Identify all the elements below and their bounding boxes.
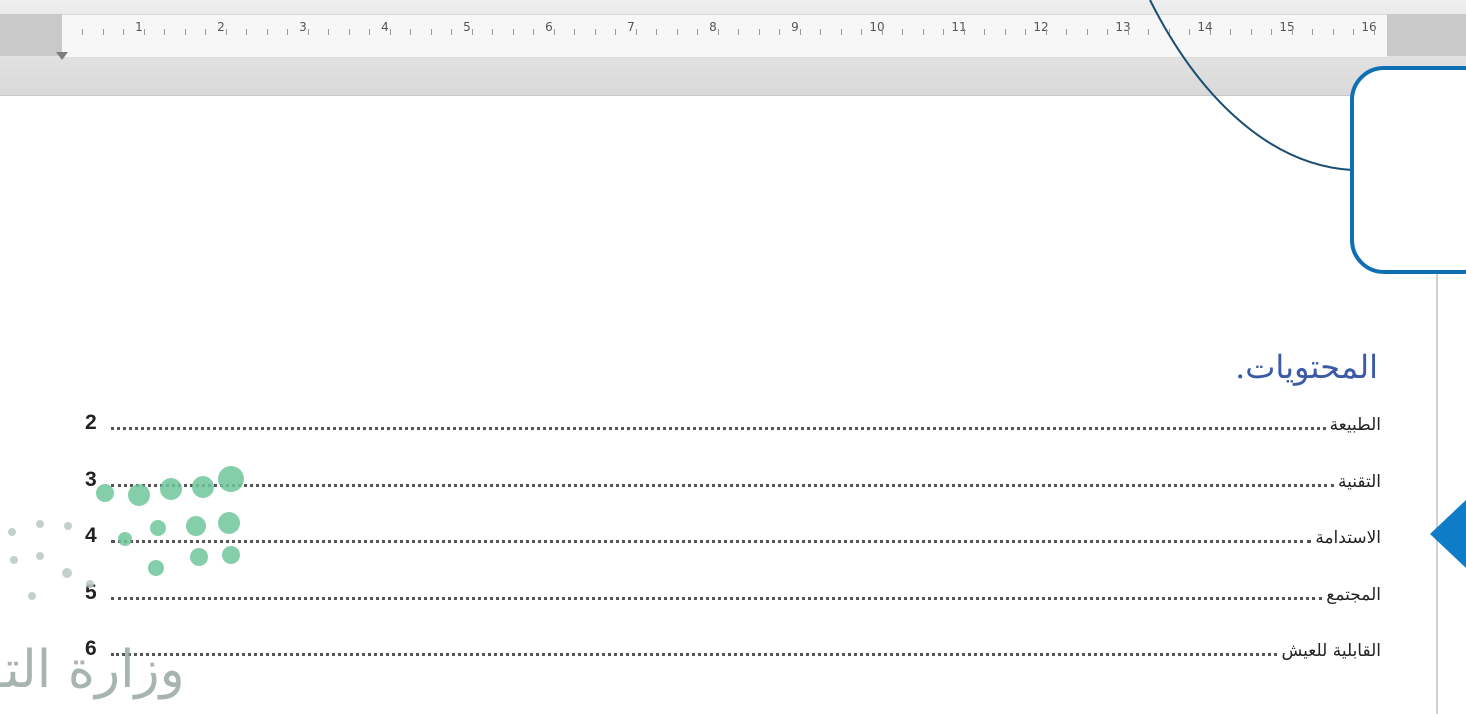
toc-leader-dots [111, 484, 1334, 487]
ruler-tick [758, 29, 760, 35]
ruler-tick [1127, 29, 1129, 35]
ruler-tick [1045, 29, 1047, 35]
ruler-number: 6 [545, 20, 553, 34]
ruler-tick [861, 29, 862, 35]
ruler-number: 2 [217, 20, 225, 34]
ruler-number: 5 [463, 20, 471, 34]
ruler-tick [1107, 29, 1108, 35]
toc-leader-dots [111, 597, 1323, 600]
toc-heading: المحتويات. [1235, 348, 1378, 386]
ruler-tick [943, 29, 944, 35]
ruler-tick [1189, 29, 1190, 35]
ruler-tick [82, 29, 83, 35]
watermark-text: وزارة التـ [0, 640, 185, 700]
ruler-tick [471, 29, 473, 35]
callout-box [1350, 66, 1466, 274]
ruler-number: 3 [299, 20, 307, 34]
ruler-tick [225, 29, 227, 35]
ruler-tick [676, 29, 678, 35]
ruler-tick [656, 29, 657, 35]
ruler-tick [143, 29, 145, 35]
ruler-number: 9 [791, 20, 799, 34]
ruler-tick [1230, 29, 1231, 35]
ruler-tick [902, 29, 903, 35]
ruler-tick [840, 29, 842, 35]
ruler-tick [799, 29, 801, 35]
ruler-tick [779, 29, 780, 35]
ruler-tick [1086, 29, 1088, 35]
ruler-tick [922, 29, 924, 35]
ruler-tick [451, 29, 452, 35]
ruler-tick [1291, 29, 1293, 35]
ruler-tick [738, 29, 739, 35]
ruler-tick [164, 29, 165, 35]
toc-entry[interactable]: المجتمع 5 [85, 575, 1381, 605]
toc-entry[interactable]: التقنية 3 [85, 462, 1381, 492]
indent-marker[interactable] [56, 52, 68, 60]
ruler-tick [410, 29, 411, 35]
ruler-tick [963, 29, 965, 35]
ruler-tick [697, 29, 698, 35]
ruler-tick [615, 29, 616, 35]
ruler-tick [1004, 29, 1006, 35]
ruler-tick [287, 29, 288, 35]
ruler-tick [266, 29, 268, 35]
ruler-number: 7 [627, 20, 635, 34]
ruler-tick [574, 29, 575, 35]
ruler-tick [717, 29, 719, 35]
toc-entry-title: المجتمع [1326, 585, 1381, 605]
toc-entry-title: الاستدامة [1315, 528, 1381, 548]
ruler-tick [430, 29, 432, 35]
ruler-tick [1332, 29, 1334, 35]
toc-leader-dots [111, 540, 1312, 543]
ruler-tick [205, 29, 206, 35]
ruler-tick [1353, 29, 1354, 35]
toc-entry-page: 2 [85, 411, 97, 434]
ruler-tick [1148, 29, 1149, 35]
ruler-tick [1168, 29, 1170, 35]
toc-entry[interactable]: الطبيعة 2 [85, 405, 1381, 435]
horizontal-ruler[interactable]: 1 2 3 4 5 6 7 8 9 10 11 12 13 14 15 16 [0, 0, 1466, 96]
ruler-strip [62, 14, 1387, 58]
toc-entry[interactable]: القابلية للعيش 6 [85, 631, 1381, 661]
ruler-tick [307, 29, 309, 35]
ruler-tick [328, 29, 329, 35]
ruler-tick [123, 29, 124, 35]
toc-entry-title: الطبيعة [1329, 415, 1381, 435]
ruler-tick [246, 29, 247, 35]
ruler-tick [1025, 29, 1026, 35]
ruler-tick [984, 29, 985, 35]
ruler-tick [348, 29, 350, 35]
ruler-tick [389, 29, 391, 35]
toc-entry[interactable]: الاستدامة 4 [85, 518, 1381, 548]
ruler-tick [184, 29, 186, 35]
ruler-tick [1250, 29, 1252, 35]
ruler-tick [635, 29, 637, 35]
ruler-tick [533, 29, 534, 35]
ruler-number: 8 [709, 20, 717, 34]
toc-entry-title: القابلية للعيش [1281, 641, 1381, 661]
ruler-number: 1 [135, 20, 143, 34]
ruler-tick [553, 29, 555, 35]
ruler-tick [1373, 29, 1375, 35]
ruler-tick [594, 29, 596, 35]
ruler-tick [1066, 29, 1067, 35]
toc-entry-page: 4 [85, 524, 97, 547]
pointer-arrow-icon [1430, 500, 1466, 568]
ruler-number: 4 [381, 20, 389, 34]
ruler-right-margin [1387, 14, 1466, 56]
toc-entry-title: التقنية [1337, 472, 1381, 492]
ruler-tick [820, 29, 821, 35]
ruler-tick [1209, 29, 1211, 35]
ruler-tick [102, 29, 104, 35]
ruler-tick [492, 29, 493, 35]
ruler-tick [1312, 29, 1313, 35]
toc-leader-dots [111, 653, 1278, 656]
ruler-left-margin [0, 14, 62, 56]
ruler-tick [512, 29, 514, 35]
ruler-tick [369, 29, 370, 35]
ruler-tick [881, 29, 883, 35]
ruler-tick [1271, 29, 1272, 35]
toc-leader-dots [111, 427, 1326, 430]
